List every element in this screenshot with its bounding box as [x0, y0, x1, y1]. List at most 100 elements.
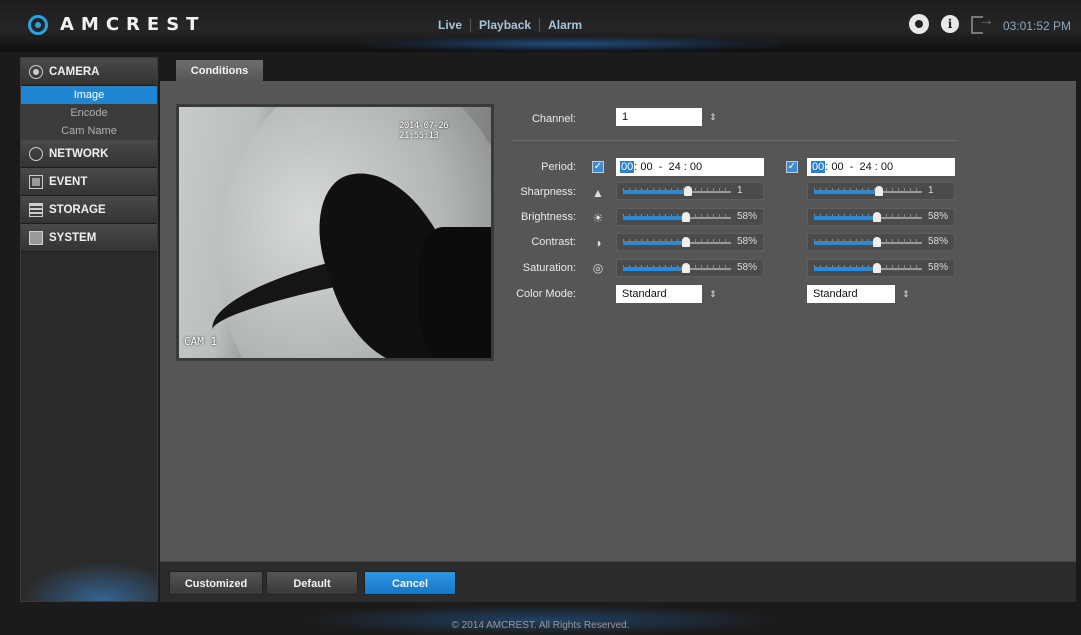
sidebar-item-image[interactable]: Image — [21, 86, 157, 104]
chevron-updown-icon: ⇕ — [895, 285, 917, 303]
period-input-1[interactable]: 00: 00 - 24 : 00 — [616, 158, 764, 176]
nav-live[interactable]: Live — [430, 18, 470, 32]
event-icon — [29, 174, 43, 189]
network-icon — [29, 146, 43, 161]
brightness-value-1: 58% — [737, 211, 758, 222]
color-mode-select-2[interactable]: Standard ⇕ — [807, 285, 917, 303]
sidebar-section-label: EVENT — [49, 175, 88, 188]
sidebar-section-storage[interactable]: STORAGE — [21, 196, 157, 224]
camera-icon — [29, 64, 43, 79]
saturation-slider-1[interactable]: 58% — [616, 259, 764, 277]
saturation-slider-2[interactable]: 58% — [807, 259, 955, 277]
system-icon — [29, 230, 43, 245]
brightness-value-2: 58% — [928, 211, 949, 222]
sidebar-item-cam-name[interactable]: Cam Name — [21, 122, 157, 140]
slider-fill — [623, 267, 686, 271]
brightness-slider-2[interactable]: 58% — [807, 208, 955, 226]
clock: 03:01:52 PM — [1002, 19, 1071, 33]
contrast-value-1: 58% — [737, 236, 758, 247]
brightness-icon: ☀ — [592, 211, 604, 225]
period-label: Period: — [541, 161, 576, 173]
top-icons: i — [906, 11, 994, 37]
sidebar: CAMERA Image Encode Cam Name NETWORK EVE… — [20, 57, 158, 602]
sharpness-icon: ▲ — [592, 186, 604, 200]
color-mode-select-1[interactable]: Standard ⇕ — [616, 285, 724, 303]
sidebar-section-system[interactable]: SYSTEM — [21, 224, 157, 252]
sidebar-section-label: CAMERA — [49, 65, 100, 78]
period-start-hour: 00 — [620, 161, 635, 173]
slider-fill — [814, 267, 877, 271]
slider-fill — [623, 216, 686, 220]
slider-fill — [814, 241, 877, 245]
nav-alarm[interactable]: Alarm — [540, 18, 590, 32]
default-button[interactable]: Default — [266, 571, 358, 595]
slider-fill — [814, 190, 879, 194]
slider-knob[interactable] — [684, 186, 692, 196]
period-start-hour: 00 — [811, 161, 826, 173]
contrast-value-2: 58% — [928, 236, 949, 247]
logout-icon[interactable] — [971, 12, 994, 34]
slider-knob[interactable] — [873, 263, 881, 273]
brightness-label: Brightness: — [520, 211, 576, 223]
copyright: © 2014 AMCREST. All Rights Reserved. — [451, 620, 630, 631]
gear-icon[interactable] — [906, 11, 932, 37]
sidebar-section-network[interactable]: NETWORK — [21, 140, 157, 168]
slider-fill — [814, 216, 877, 220]
channel-select[interactable]: 1 ⇕ — [616, 108, 724, 126]
sharpness-label: Sharpness: — [520, 186, 576, 198]
period-rest: : 00 - 24 : 00 — [634, 161, 703, 173]
color-mode-value-1: Standard — [622, 288, 667, 300]
info-icon[interactable]: i — [941, 15, 959, 33]
chevron-updown-icon: ⇕ — [702, 108, 724, 126]
top-bar: AMCREST Live Playback Alarm i 03:01:52 P… — [0, 0, 1081, 52]
sidebar-item-encode[interactable]: Encode — [21, 104, 157, 122]
contrast-label: Contrast: — [531, 236, 576, 248]
period-rest: : 00 - 24 : 00 — [825, 161, 894, 173]
slider-knob[interactable] — [875, 186, 883, 196]
saturation-value-1: 58% — [737, 262, 758, 273]
brightness-slider-1[interactable]: 58% — [616, 208, 764, 226]
sharpness-slider-2[interactable]: 1 — [807, 182, 955, 200]
nav-playback[interactable]: Playback — [471, 18, 539, 32]
camera-preview: 2014-07-26 21:55:13 CAM 1 — [176, 104, 494, 361]
period-input-2[interactable]: 00: 00 - 24 : 00 — [807, 158, 955, 176]
channel-label: Channel: — [531, 113, 576, 125]
contrast-icon: ◑ — [594, 236, 602, 250]
sharpness-slider-1[interactable]: 1 — [616, 182, 764, 200]
slider-knob[interactable] — [873, 237, 881, 247]
preview-cam-label: CAM 1 — [184, 335, 218, 348]
cancel-button[interactable]: Cancel — [364, 571, 456, 595]
brand-name: AMCREST — [60, 14, 206, 35]
contrast-slider-2[interactable]: 58% — [807, 233, 955, 251]
sidebar-section-event[interactable]: EVENT — [21, 168, 157, 196]
top-nav: Live Playback Alarm — [430, 18, 590, 32]
app-root: AMCREST Live Playback Alarm i 03:01:52 P… — [0, 0, 1081, 635]
color-mode-label: Color Mode: — [516, 288, 576, 300]
color-mode-value-2: Standard — [813, 288, 858, 300]
saturation-icon: ◎ — [592, 261, 604, 275]
period-checkbox-1[interactable]: ✓ — [592, 161, 604, 173]
tab-conditions[interactable]: Conditions — [176, 60, 263, 82]
slider-knob[interactable] — [873, 212, 881, 222]
slider-knob[interactable] — [682, 237, 690, 247]
customized-button[interactable]: Customized — [169, 571, 263, 595]
chevron-updown-icon: ⇕ — [702, 285, 724, 303]
sidebar-section-label: STORAGE — [49, 203, 106, 216]
slider-knob[interactable] — [682, 263, 690, 273]
preview-scene — [419, 227, 491, 358]
contrast-slider-1[interactable]: 58% — [616, 233, 764, 251]
sidebar-section-label: SYSTEM — [49, 231, 97, 244]
saturation-value-2: 58% — [928, 262, 949, 273]
logo: AMCREST — [28, 14, 205, 35]
slider-fill — [623, 190, 688, 194]
saturation-label: Saturation: — [522, 262, 576, 274]
sidebar-section-label: NETWORK — [49, 147, 109, 160]
slider-knob[interactable] — [682, 212, 690, 222]
slider-fill — [623, 241, 686, 245]
sharpness-value-1: 1 — [737, 185, 743, 196]
sharpness-value-2: 1 — [928, 185, 934, 196]
sidebar-section-camera[interactable]: CAMERA — [21, 58, 157, 86]
period-checkbox-2[interactable]: ✓ — [786, 161, 798, 173]
amcrest-logo-icon — [28, 14, 48, 35]
storage-icon — [29, 202, 43, 217]
